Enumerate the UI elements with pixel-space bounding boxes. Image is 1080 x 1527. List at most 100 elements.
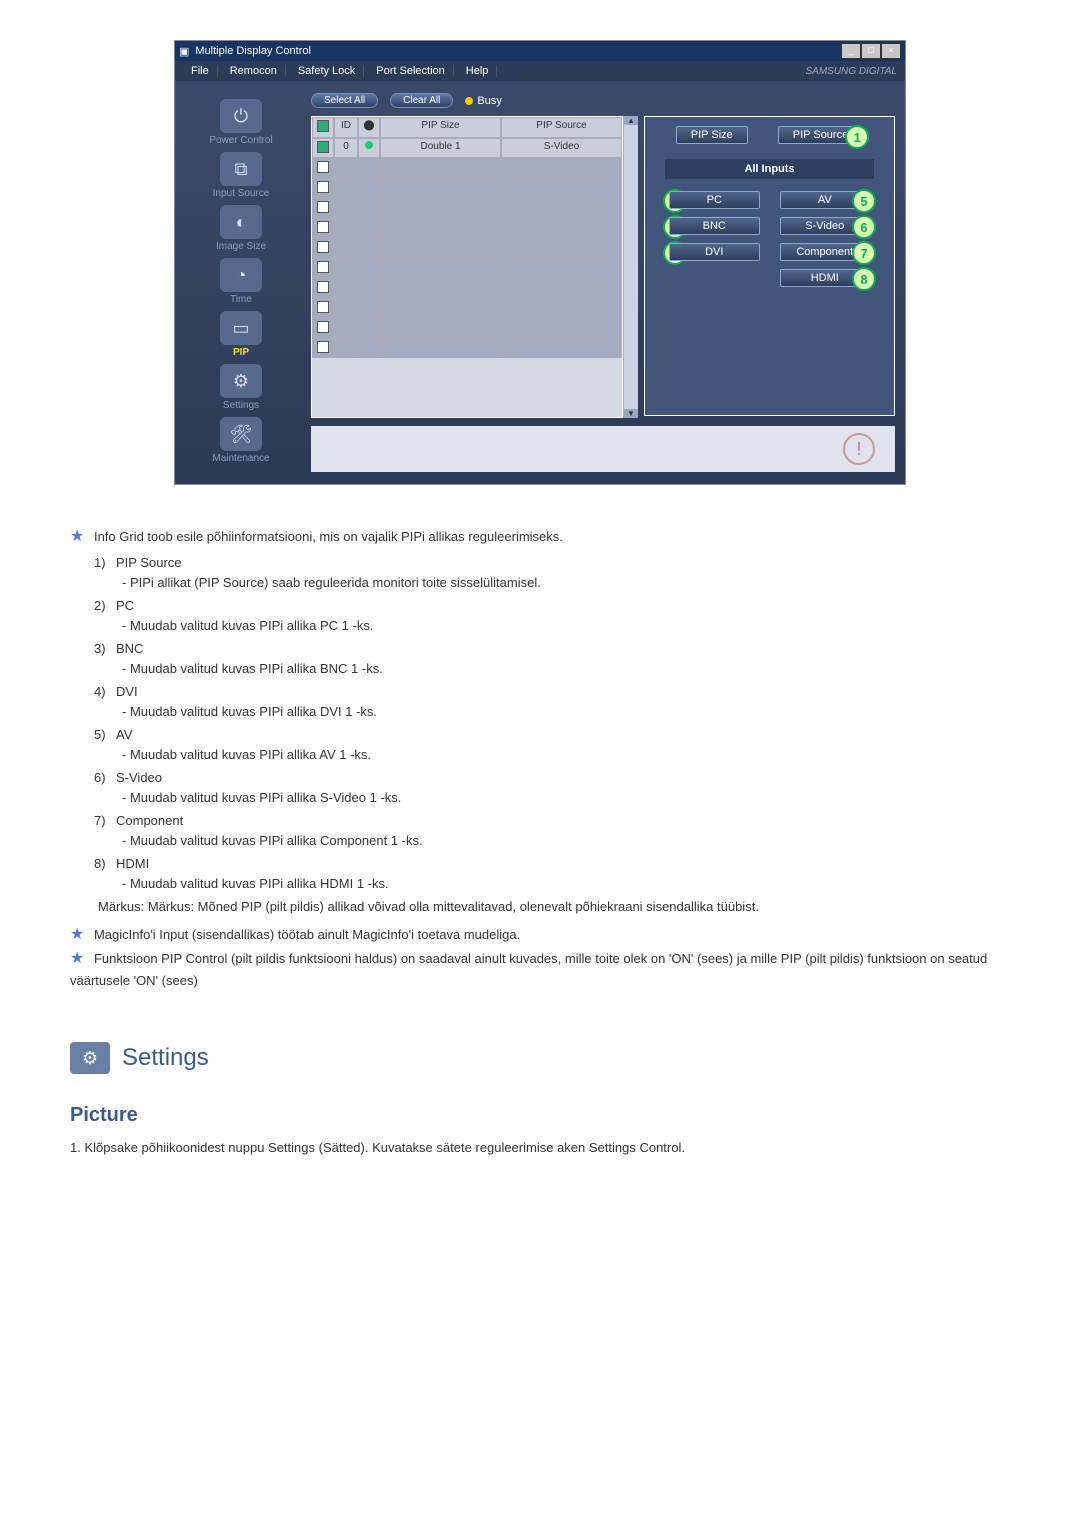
sidebar-item-power[interactable]: ⏻ Power Control [181,97,301,146]
list-item: 3)BNC - Muudab valitud kuvas PIPi allika… [94,639,1010,678]
input-icon: ⧉ [220,152,262,186]
star-icon: ★ [70,926,84,943]
window-title: Multiple Display Control [195,45,835,57]
pc-button[interactable]: PC [669,191,760,209]
picture-heading: Picture [70,1100,1010,1130]
callout-7: 7 [852,241,876,265]
menu-port-selection[interactable]: Port Selection [368,65,453,77]
status-bar: ! [311,426,895,472]
header-checkbox[interactable] [317,120,329,132]
sidebar-item-label: Time [181,294,301,305]
busy-dot-icon [465,97,473,105]
all-inputs-label: All Inputs [665,159,874,179]
table-row [312,238,622,258]
doc-body: ★ Info Grid toob esile põhiinformatsioon… [70,525,1010,1158]
list-item: 7)Component - Muudab valitud kuvas PIPi … [94,811,1010,850]
table-row [312,198,622,218]
callout-1: 1 [845,125,869,149]
sidebar-item-label: Image Size [181,241,301,252]
sidebar-item-settings[interactable]: ⚙ Settings [181,362,301,411]
bnc-button[interactable]: BNC [669,217,760,235]
cell-id: 0 [334,138,358,158]
col-id: ID [334,117,358,138]
table-row[interactable]: 0 Double 1 S-Video [312,138,622,158]
app-window: ▣ Multiple Display Control _ □ × File Re… [174,40,906,485]
pip-source-panel: PIP Size PIP Source 1 All Inputs 2 PC [644,116,895,416]
sidebar-item-label: PIP [181,347,301,358]
titlebar: ▣ Multiple Display Control _ □ × [175,41,905,61]
grid-header: ID ⬤ PIP Size PIP Source [312,117,622,138]
grid-scrollbar[interactable]: ▲ ▼ [623,116,638,418]
info-grid: ID ⬤ PIP Size PIP Source 0 Double 1 S-Vi… [311,116,623,418]
power-icon: ⏻ [220,99,262,133]
list-item: 4)DVI - Muudab valitud kuvas PIPi allika… [94,682,1010,721]
sidebar-item-label: Settings [181,400,301,411]
col-status-icon: ⬤ [358,117,380,138]
maintenance-icon: 🛠 [220,417,262,451]
callout-6: 6 [852,215,876,239]
list-item: 5)AV - Muudab valitud kuvas PIPi allika … [94,725,1010,764]
table-row [312,298,622,318]
app-icon: ▣ [179,45,189,58]
table-row [312,278,622,298]
star-icon: ★ [70,950,84,967]
doc-star2: MagicInfo'i Input (sisendallikas) töötab… [94,927,520,942]
numbered-list: 1)PIP Source - PIPi allikat (PIP Source)… [70,553,1010,893]
scroll-down-icon[interactable]: ▼ [624,409,638,418]
pip-size-tab[interactable]: PIP Size [676,126,748,144]
sidebar-item-label: Maintenance [181,453,301,464]
settings-heading-text: Settings [122,1040,209,1076]
col-pip-size: PIP Size [380,117,501,138]
close-button[interactable]: × [881,43,901,59]
doc-intro: Info Grid toob esile põhiinformatsiooni,… [94,529,563,544]
time-icon: ◔ [220,258,262,292]
star-icon: ★ [70,528,84,545]
sidebar-item-pip[interactable]: ▭ PIP [181,309,301,358]
markus-note: Märkus: Märkus: Mõned PIP (pilt pildis) … [98,897,1010,917]
menu-help[interactable]: Help [458,65,498,77]
dvi-button[interactable]: DVI [669,243,760,261]
table-row [312,158,622,178]
pip-icon: ▭ [220,311,262,345]
table-row [312,178,622,198]
busy-label: Busy [477,95,501,107]
alert-icon: ! [843,433,875,465]
sidebar-item-input-source[interactable]: ⧉ Input Source [181,150,301,199]
settings-section-icon: ⚙ [70,1042,110,1074]
settings-icon: ⚙ [220,364,262,398]
select-all-button[interactable]: Select All [311,93,378,108]
minimize-button[interactable]: _ [841,43,861,59]
picture-step: 1. Klõpsake põhiikoonidest nuppu Setting… [70,1138,1010,1158]
cell-pip-size: Double 1 [380,138,501,158]
settings-heading: ⚙ Settings [70,1040,1010,1076]
list-item: 1)PIP Source - PIPi allikat (PIP Source)… [94,553,1010,592]
row-checkbox[interactable] [317,141,329,153]
callout-8: 8 [852,267,876,291]
toolbar: Select All Clear All Busy [311,93,895,108]
busy-indicator: Busy [465,95,501,107]
maximize-button[interactable]: □ [861,43,881,59]
menubar: File Remocon Safety Lock Port Selection … [175,61,905,81]
menu-file[interactable]: File [183,65,218,77]
scroll-up-icon[interactable]: ▲ [624,116,638,125]
sidebar-item-label: Power Control [181,135,301,146]
sidebar-item-image-size[interactable]: ◐ Image Size [181,203,301,252]
table-row [312,338,622,358]
list-item: 6)S-Video - Muudab valitud kuvas PIPi al… [94,768,1010,807]
menu-safety-lock[interactable]: Safety Lock [290,65,364,77]
sidebar-item-label: Input Source [181,188,301,199]
doc-star3: Funktsioon PIP Control (pilt pildis funk… [70,951,987,988]
callout-5: 5 [852,189,876,213]
sidebar: ⏻ Power Control ⧉ Input Source ◐ Image S… [175,81,307,484]
table-row [312,218,622,238]
clear-all-button[interactable]: Clear All [390,93,453,108]
table-row [312,258,622,278]
sidebar-item-time[interactable]: ◔ Time [181,256,301,305]
sidebar-item-maintenance[interactable]: 🛠 Maintenance [181,415,301,464]
list-item: 8)HDMI - Muudab valitud kuvas PIPi allik… [94,854,1010,893]
list-item: 2)PC - Muudab valitud kuvas PIPi allika … [94,596,1010,635]
image-size-icon: ◐ [220,205,262,239]
status-dot-icon [365,141,373,149]
brand-label: SAMSUNG DIGITAL [501,66,897,77]
menu-remocon[interactable]: Remocon [222,65,286,77]
